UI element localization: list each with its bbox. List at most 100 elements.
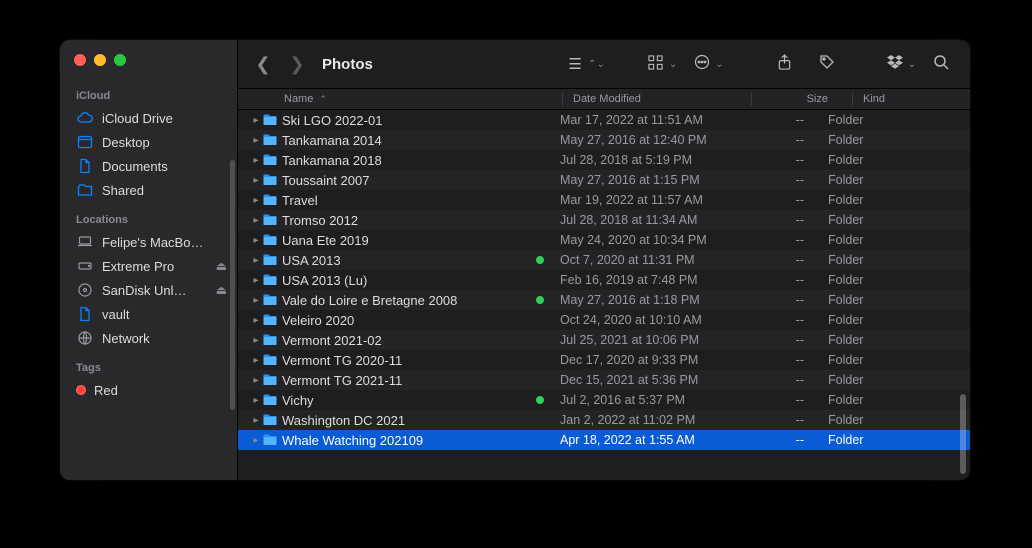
table-row[interactable]: ▸Toussaint 2007May 27, 2016 at 1:15 PM--…: [238, 170, 970, 190]
folder-icon: [262, 132, 282, 148]
sidebar-item[interactable]: Network: [60, 326, 237, 350]
action-menu-button[interactable]: ⌄: [685, 54, 723, 74]
disclosure-triangle-icon[interactable]: ▸: [250, 435, 262, 446]
disclosure-triangle-icon[interactable]: ▸: [250, 255, 262, 266]
file-size: --: [738, 153, 828, 167]
table-row[interactable]: ▸TravelMar 19, 2022 at 11:57 AM--Folder: [238, 190, 970, 210]
search-button[interactable]: [924, 54, 958, 74]
minimize-button[interactable]: [94, 54, 106, 66]
disclosure-triangle-icon[interactable]: ▸: [250, 135, 262, 146]
file-size: --: [738, 413, 828, 427]
file-size: --: [738, 273, 828, 287]
disclosure-triangle-icon[interactable]: ▸: [250, 195, 262, 206]
dropbox-button[interactable]: ⌄: [878, 55, 916, 73]
view-grid-button[interactable]: ⌄: [639, 55, 677, 74]
doc-icon: [76, 306, 94, 322]
disclosure-triangle-icon[interactable]: ▸: [250, 415, 262, 426]
forward-button[interactable]: ❯: [284, 54, 310, 75]
sidebar-item[interactable]: Desktop: [60, 130, 237, 154]
sidebar-item[interactable]: Extreme Pro⏏: [60, 254, 237, 278]
table-row[interactable]: ▸USA 2013Oct 7, 2020 at 11:31 PM--Folder: [238, 250, 970, 270]
file-kind: Folder: [828, 433, 970, 447]
table-row[interactable]: ▸Washington DC 2021Jan 2, 2022 at 11:02 …: [238, 410, 970, 430]
disclosure-triangle-icon[interactable]: ▸: [250, 375, 262, 386]
file-size: --: [738, 373, 828, 387]
folder-icon: [262, 372, 282, 388]
disclosure-triangle-icon[interactable]: ▸: [250, 315, 262, 326]
tag-indicator-icon: [536, 256, 544, 264]
table-row[interactable]: ▸Uana Ete 2019May 24, 2020 at 10:34 PM--…: [238, 230, 970, 250]
disclosure-triangle-icon[interactable]: ▸: [250, 115, 262, 126]
disclosure-triangle-icon[interactable]: ▸: [250, 335, 262, 346]
sidebar-item[interactable]: Documents: [60, 154, 237, 178]
file-kind: Folder: [828, 373, 970, 387]
table-row[interactable]: ▸Veleiro 2020Oct 24, 2020 at 10:10 AM--F…: [238, 310, 970, 330]
maximize-button[interactable]: [114, 54, 126, 66]
ellipsis-circle-icon: [685, 54, 719, 74]
sidebar-scrollbar[interactable]: [230, 160, 235, 410]
disclosure-triangle-icon[interactable]: ▸: [250, 175, 262, 186]
table-row[interactable]: ▸Tankamana 2018Jul 28, 2018 at 5:19 PM--…: [238, 150, 970, 170]
back-button[interactable]: ❮: [250, 54, 276, 75]
globe-icon: [76, 330, 94, 346]
file-kind: Folder: [828, 273, 970, 287]
file-size: --: [738, 393, 828, 407]
table-row[interactable]: ▸Vale do Loire e Bretagne 2008May 27, 20…: [238, 290, 970, 310]
file-list[interactable]: ▸Ski LGO 2022-01Mar 17, 2022 at 11:51 AM…: [238, 110, 970, 480]
table-row[interactable]: ▸Whale Watching 202109Apr 18, 2022 at 1:…: [238, 430, 970, 450]
disclosure-triangle-icon[interactable]: ▸: [250, 295, 262, 306]
eject-icon[interactable]: ⏏: [216, 283, 227, 297]
view-list-button[interactable]: ☰ ⌃⌄: [558, 55, 605, 73]
disclosure-triangle-icon[interactable]: ▸: [250, 395, 262, 406]
sidebar-item[interactable]: vault: [60, 302, 237, 326]
sidebar-item[interactable]: Red: [60, 378, 237, 402]
disc-icon: [76, 282, 94, 298]
share-button[interactable]: [768, 54, 802, 75]
table-row[interactable]: ▸Tromso 2012Jul 28, 2018 at 11:34 AM--Fo…: [238, 210, 970, 230]
file-kind: Folder: [828, 413, 970, 427]
table-row[interactable]: ▸Tankamana 2014May 27, 2016 at 12:40 PM-…: [238, 130, 970, 150]
disclosure-triangle-icon[interactable]: ▸: [250, 275, 262, 286]
file-name: USA 2013 (Lu): [282, 273, 367, 288]
table-row[interactable]: ▸Vermont TG 2020-11Dec 17, 2020 at 9:33 …: [238, 350, 970, 370]
file-kind: Folder: [828, 213, 970, 227]
column-header-kind[interactable]: Kind: [863, 93, 970, 105]
table-row[interactable]: ▸Vermont 2021-02Jul 25, 2021 at 10:06 PM…: [238, 330, 970, 350]
table-row[interactable]: ▸Ski LGO 2022-01Mar 17, 2022 at 11:51 AM…: [238, 110, 970, 130]
sidebar-item[interactable]: Felipe's MacBo…: [60, 230, 237, 254]
folder-icon: [262, 192, 282, 208]
sidebar-item-label: Desktop: [102, 135, 227, 150]
table-row[interactable]: ▸Vermont TG 2021-11Dec 15, 2021 at 5:36 …: [238, 370, 970, 390]
column-header-name[interactable]: Name⌃: [284, 93, 562, 105]
disclosure-triangle-icon[interactable]: ▸: [250, 215, 262, 226]
column-header-date[interactable]: Date Modified: [573, 93, 751, 105]
file-size: --: [738, 313, 828, 327]
desktop-icon: [76, 134, 94, 150]
file-size: --: [738, 293, 828, 307]
close-button[interactable]: [74, 54, 86, 66]
table-row[interactable]: ▸USA 2013 (Lu)Feb 16, 2019 at 7:48 PM--F…: [238, 270, 970, 290]
disclosure-triangle-icon[interactable]: ▸: [250, 235, 262, 246]
main-panel: ❮ ❯ Photos ☰ ⌃⌄ ⌄ ⌄: [238, 40, 970, 480]
eject-icon[interactable]: ⏏: [216, 259, 227, 273]
sidebar-item-label: Documents: [102, 159, 227, 174]
cloud-icon: [76, 110, 94, 126]
sidebar-section-label: iCloud: [60, 78, 237, 106]
tags-button[interactable]: [810, 54, 844, 74]
file-size: --: [738, 133, 828, 147]
window-controls: [60, 40, 237, 78]
filelist-scrollbar[interactable]: [960, 394, 966, 474]
file-kind: Folder: [828, 173, 970, 187]
sidebar-item[interactable]: SanDisk Unl…⏏: [60, 278, 237, 302]
laptop-icon: [76, 234, 94, 250]
folder-icon: [262, 412, 282, 428]
sort-asc-icon: ⌃: [319, 94, 327, 105]
disclosure-triangle-icon[interactable]: ▸: [250, 155, 262, 166]
file-size: --: [738, 253, 828, 267]
sidebar-item[interactable]: iCloud Drive: [60, 106, 237, 130]
finder-window: iCloudiCloud Drive Desktop Documents Shared…: [60, 40, 970, 480]
column-header-size[interactable]: Size: [762, 93, 852, 105]
disclosure-triangle-icon[interactable]: ▸: [250, 355, 262, 366]
sidebar-item[interactable]: Shared: [60, 178, 237, 202]
table-row[interactable]: ▸VichyJul 2, 2016 at 5:37 PM--Folder: [238, 390, 970, 410]
